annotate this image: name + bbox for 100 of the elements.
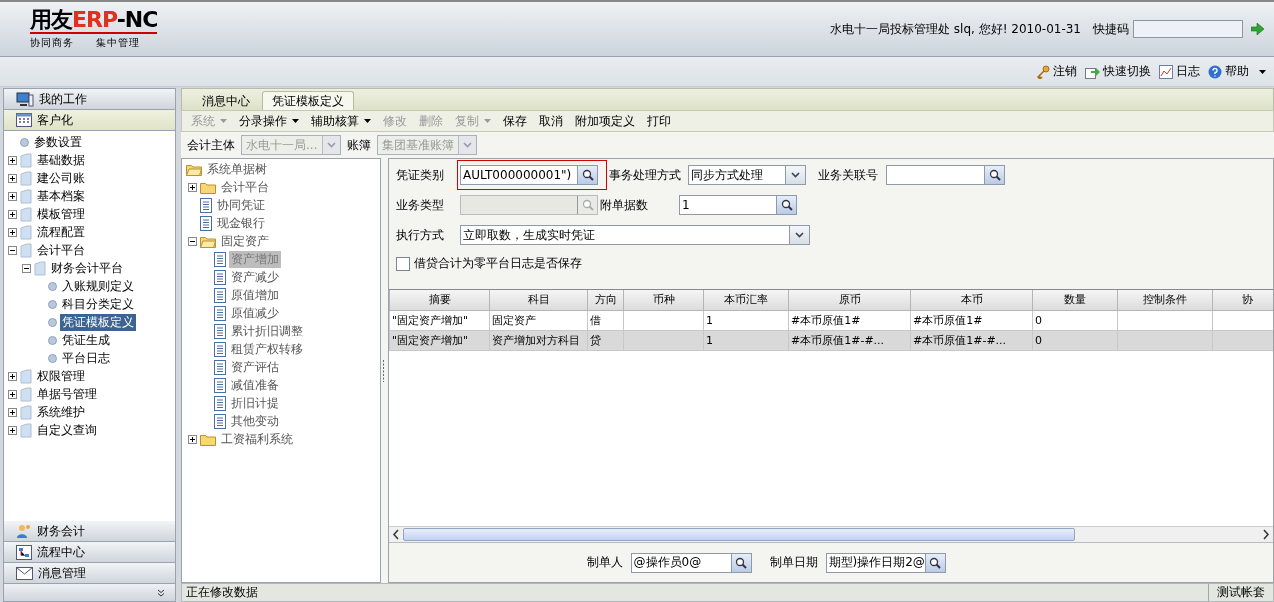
expand-icon[interactable] bbox=[8, 425, 17, 435]
search-icon bbox=[581, 199, 594, 211]
tree-item[interactable]: 其他变动 bbox=[229, 412, 281, 430]
search-icon bbox=[735, 556, 747, 569]
go-arrow-icon[interactable] bbox=[1251, 23, 1264, 35]
expand-icon[interactable] bbox=[8, 191, 17, 201]
column-header[interactable]: 原币 bbox=[788, 290, 911, 310]
search-button[interactable] bbox=[730, 553, 751, 572]
splitter-handle-icon[interactable] bbox=[382, 358, 385, 383]
collapse-icon[interactable] bbox=[8, 245, 17, 255]
search-button[interactable] bbox=[776, 196, 796, 214]
tree-item[interactable]: 平台日志 bbox=[60, 349, 112, 367]
header-link[interactable]: 注销 bbox=[1034, 63, 1079, 80]
checkbox[interactable] bbox=[396, 256, 410, 271]
tree-item[interactable]: 资产减少 bbox=[229, 268, 281, 286]
toolbar-button[interactable]: 分录操作 bbox=[234, 111, 304, 131]
caret-icon bbox=[292, 119, 299, 123]
collapse-icon[interactable] bbox=[188, 236, 197, 246]
sidebar-panel-header[interactable]: 流程中心 bbox=[4, 542, 175, 563]
tree-item[interactable]: 系统维护 bbox=[35, 403, 87, 421]
tree-item[interactable]: 原值增加 bbox=[229, 286, 281, 304]
tree-item[interactable]: 参数设置 bbox=[32, 133, 84, 151]
search-button[interactable] bbox=[984, 166, 1004, 184]
tree-item[interactable]: 减值准备 bbox=[229, 376, 281, 394]
lookup-field[interactable]: @操作员0@ bbox=[630, 552, 752, 573]
tree-item[interactable]: 凭证模板定义 bbox=[60, 313, 136, 331]
page-icon bbox=[34, 260, 46, 276]
tree-item[interactable]: 资产评估 bbox=[229, 358, 281, 376]
tree-item[interactable]: 折旧计提 bbox=[229, 394, 281, 412]
tree-item[interactable]: 协同凭证 bbox=[215, 196, 267, 214]
table-row[interactable]: "固定资产增加" 固定资产 借 1 #本币原值1# #本币原值1# 0 bbox=[389, 310, 1273, 330]
tree-item[interactable]: 会计平台 bbox=[35, 241, 87, 259]
column-header[interactable]: 方向 bbox=[587, 290, 624, 310]
tree-item[interactable]: 系统单据树 bbox=[205, 160, 269, 178]
field-label: 事务处理方式 bbox=[608, 166, 682, 184]
column-header[interactable]: 控制条件 bbox=[1117, 290, 1213, 310]
expand-icon[interactable] bbox=[8, 155, 17, 165]
tree-item[interactable]: 基础数据 bbox=[35, 151, 87, 169]
expand-icon[interactable] bbox=[8, 389, 17, 399]
toolbar-button[interactable]: 附加项定义 bbox=[570, 111, 640, 131]
column-header[interactable]: 币种 bbox=[623, 290, 704, 310]
column-header[interactable]: 协 bbox=[1212, 290, 1273, 310]
tree-item[interactable]: 租赁产权转移 bbox=[229, 340, 305, 358]
header-link[interactable]: 日志 bbox=[1157, 63, 1202, 80]
dropdown-field[interactable]: 立即取数，生成实时凭证 bbox=[460, 225, 810, 245]
lookup-field[interactable]: AULT000000001") bbox=[460, 165, 598, 185]
tree-item[interactable]: 建公司账 bbox=[35, 169, 87, 187]
tree-item[interactable]: 模板管理 bbox=[35, 205, 87, 223]
expand-icon[interactable] bbox=[188, 182, 197, 192]
column-header[interactable]: 科目 bbox=[489, 290, 588, 310]
tree-item[interactable]: 凭证生成 bbox=[60, 331, 112, 349]
tree-item[interactable]: 原值减少 bbox=[229, 304, 281, 322]
dropdown-field[interactable]: 同步方式处理 bbox=[688, 165, 806, 185]
search-button[interactable] bbox=[924, 553, 945, 572]
tree-item[interactable]: 工资福利系统 bbox=[219, 430, 295, 448]
expand-icon[interactable] bbox=[8, 407, 17, 417]
sidebar-panel-header[interactable]: 消息管理 bbox=[4, 563, 175, 584]
tree-item[interactable]: 财务会计平台 bbox=[49, 259, 125, 277]
tree-item[interactable]: 会计平台 bbox=[219, 178, 271, 196]
table-cell: 固定资产 bbox=[492, 313, 536, 327]
column-header[interactable]: 本币 bbox=[910, 290, 1033, 310]
tree-item[interactable]: 基本档案 bbox=[35, 187, 87, 205]
header-link[interactable]: 帮助 bbox=[1206, 63, 1251, 80]
tree-item[interactable]: 累计折旧调整 bbox=[229, 322, 305, 340]
expand-icon[interactable] bbox=[8, 209, 17, 219]
toolbar-button[interactable]: 辅助核算 bbox=[306, 111, 376, 131]
tree-item[interactable]: 自定义查询 bbox=[35, 421, 99, 439]
toolbar-button[interactable]: 保存 bbox=[498, 111, 532, 131]
table-row[interactable]: "固定资产增加" 资产增加对方科目 贷 1 #本币原值1#-#... #本币原值1#-#... 0 bbox=[389, 330, 1273, 350]
table-cell: 借 bbox=[590, 313, 601, 327]
expand-icon[interactable] bbox=[188, 434, 197, 444]
lookup-field[interactable]: 1 bbox=[679, 195, 797, 215]
toolbar-button[interactable]: 打印 bbox=[642, 111, 676, 131]
expand-icon[interactable] bbox=[8, 227, 17, 237]
tab[interactable]: 消息中心 bbox=[192, 91, 260, 110]
header-link[interactable]: 快速切换 bbox=[1083, 63, 1153, 80]
column-header[interactable]: 本币汇率 bbox=[703, 290, 789, 310]
expand-icon[interactable] bbox=[8, 371, 17, 381]
sidebar-panel-header[interactable]: 客户化 bbox=[4, 110, 175, 131]
sidebar-panel-header[interactable]: 我的工作 bbox=[4, 89, 175, 110]
column-header[interactable]: 摘要 bbox=[389, 290, 490, 310]
tab[interactable]: 凭证模板定义 bbox=[262, 91, 354, 110]
lookup-field[interactable]: 期型)操作日期2@ bbox=[825, 552, 946, 573]
tree-item[interactable]: 科目分类定义 bbox=[60, 295, 136, 313]
tree-item[interactable]: 入账规则定义 bbox=[60, 277, 136, 295]
tree-item[interactable]: 现金银行 bbox=[215, 214, 267, 232]
tree-item[interactable]: 单据号管理 bbox=[35, 385, 99, 403]
horizontal-scrollbar[interactable] bbox=[389, 526, 1273, 542]
sidebar-panel-header[interactable]: 财务会计 bbox=[4, 521, 175, 542]
shortcut-field[interactable] bbox=[1133, 20, 1243, 38]
lookup-field[interactable] bbox=[886, 165, 1005, 185]
expand-icon[interactable] bbox=[8, 173, 17, 183]
collapse-icon[interactable] bbox=[22, 263, 31, 273]
tree-item[interactable]: 权限管理 bbox=[35, 367, 87, 385]
double-chevron-icon[interactable] bbox=[157, 588, 165, 597]
column-header[interactable]: 数量 bbox=[1032, 290, 1118, 310]
tree-item[interactable]: 固定资产 bbox=[219, 232, 271, 250]
toolbar-button[interactable]: 取消 bbox=[534, 111, 568, 131]
search-button[interactable] bbox=[577, 166, 597, 184]
tree-item[interactable]: 流程配置 bbox=[35, 223, 87, 241]
